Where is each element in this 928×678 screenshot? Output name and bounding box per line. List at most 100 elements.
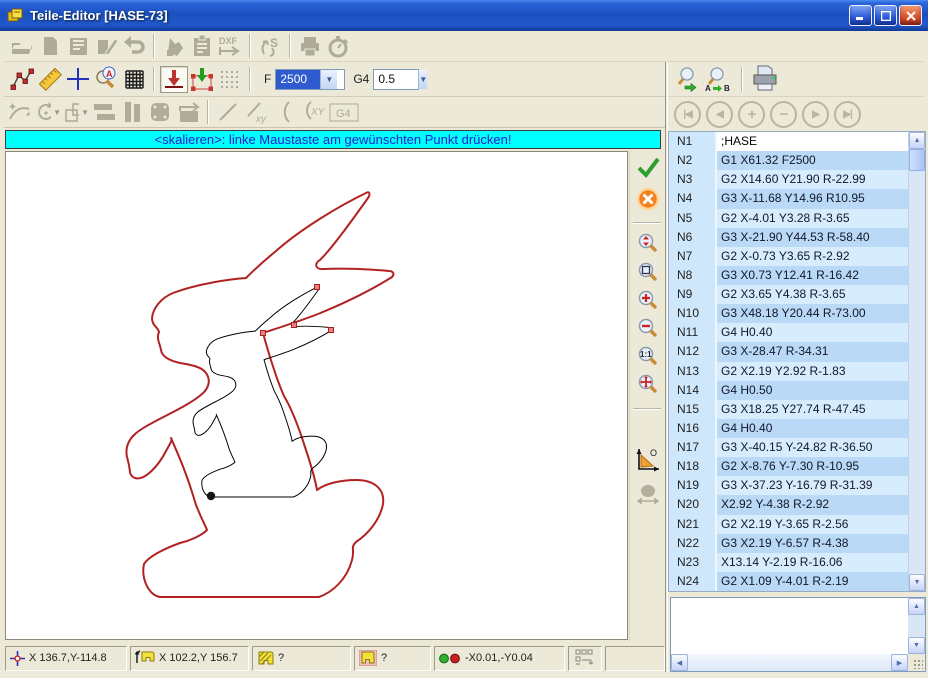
gcode-line-text[interactable]: ;HASE	[717, 132, 908, 151]
gcode-line-text[interactable]: G4 H0.40	[717, 323, 908, 342]
round-corners-button[interactable]	[146, 99, 174, 126]
gcode-row[interactable]: N5 G2 X-4.01 Y3.28 R-3.65	[669, 209, 908, 228]
selection-handle[interactable]	[329, 328, 334, 333]
gcode-row[interactable]: N22 G3 X2.19 Y-6.57 R-4.38	[669, 534, 908, 553]
dropdown-arrow-icon[interactable]: ▼	[81, 108, 89, 117]
gcode-scrollbar[interactable]: ▲ ▼	[908, 132, 925, 591]
gcode-line-text[interactable]: G3 X-11.68 Y14.96 R10.95	[717, 189, 908, 208]
scroll-right-icon[interactable]: ▶	[891, 654, 908, 671]
minimize-button[interactable]	[849, 5, 872, 26]
scroll-down-icon[interactable]: ▼	[909, 574, 925, 591]
dropdown-arrow-icon[interactable]: ▼	[418, 70, 427, 89]
dwell-tool-button[interactable]: G4	[326, 99, 362, 126]
gcode-line-text[interactable]: G3 X0.73 Y12.41 R-16.42	[717, 266, 908, 285]
selection-handle[interactable]	[292, 323, 297, 328]
gcode-row[interactable]: N16 G4 H0.40	[669, 419, 908, 438]
gcode-line-text[interactable]: G3 X-21.90 Y44.53 R-58.40	[717, 228, 908, 247]
zoom-window-button[interactable]	[634, 259, 662, 286]
stopwatch-button[interactable]	[324, 33, 352, 60]
place-contour-button[interactable]	[188, 66, 216, 93]
gcode-row[interactable]: N2 G1 X61.32 F2500	[669, 151, 908, 170]
grid-button[interactable]	[120, 66, 148, 93]
gcode-line-text[interactable]: G3 X-40.15 Y-24.82 R-36.50	[717, 438, 908, 457]
zoom-out-button[interactable]	[634, 315, 662, 342]
gcode-line-text[interactable]: X13.14 Y-2.19 R-16.06	[717, 553, 908, 572]
move-contour-button[interactable]	[174, 99, 202, 126]
gcode-line-text[interactable]: G2 X-8.76 Y-7.30 R-10.95	[717, 457, 908, 476]
polyline-points-button[interactable]	[8, 66, 36, 93]
gcode-row[interactable]: N13 G2 X2.19 Y2.92 R-1.83	[669, 362, 908, 381]
scroll-track[interactable]	[908, 615, 925, 637]
gcode-row[interactable]: N18 G2 X-8.76 Y-7.30 R-10.95	[669, 457, 908, 476]
gcode-row[interactable]: N12 G3 X-28.47 R-34.31	[669, 342, 908, 361]
scroll-thumb[interactable]	[909, 149, 925, 171]
gcode-line-text[interactable]: G4 H0.40	[717, 419, 908, 438]
gcode-row[interactable]: N24 G2 X1.09 Y-4.01 R-2.19	[669, 572, 908, 591]
comment-vscrollbar[interactable]: ▲ ▼	[908, 598, 925, 654]
measure-ruler-button[interactable]	[36, 66, 64, 93]
close-button[interactable]	[899, 5, 922, 26]
gcode-row[interactable]: N4 G3 X-11.68 Y14.96 R10.95	[669, 189, 908, 208]
scale-button[interactable]: ▼	[62, 99, 90, 126]
outer-contour-scaled[interactable]	[126, 192, 393, 597]
gcode-row[interactable]: N23 X13.14 Y-2.19 R-16.06	[669, 553, 908, 572]
arc-tool-button[interactable]	[270, 99, 298, 126]
edit-curve-button[interactable]	[6, 99, 34, 126]
zoom-auto-button[interactable]: A	[92, 66, 120, 93]
dropdown-arrow-icon[interactable]: ▼	[53, 108, 61, 117]
rotate-button[interactable]: ▼	[34, 99, 62, 126]
gcode-row[interactable]: N7 G2 X-0.73 Y3.65 R-2.92	[669, 247, 908, 266]
maximize-button[interactable]	[874, 5, 897, 26]
gcode-row[interactable]: N8 G3 X0.73 Y12.41 R-16.42	[669, 266, 908, 285]
arc-xy-tool-button[interactable]: XY	[298, 99, 326, 126]
gcode-line-text[interactable]: G2 X2.19 Y2.92 R-1.83	[717, 362, 908, 381]
zoom-in-button[interactable]	[634, 287, 662, 314]
mirror-horizontal-button[interactable]	[90, 99, 118, 126]
open-file-button[interactable]	[8, 33, 36, 60]
save-button[interactable]	[64, 33, 92, 60]
comment-text-area[interactable]	[671, 598, 908, 654]
line-xy-tool-button[interactable]: xy	[242, 99, 270, 126]
zoom-pan-button[interactable]	[634, 371, 662, 398]
gcode-line-text[interactable]: G4 H0.50	[717, 381, 908, 400]
zoom-a-to-b-button[interactable]: AB	[702, 66, 736, 93]
gcode-line-text[interactable]: G3 X2.19 Y-6.57 R-4.38	[717, 534, 908, 553]
gcode-row[interactable]: N11 G4 H0.40	[669, 323, 908, 342]
selection-handle[interactable]	[315, 285, 320, 290]
zoom-one-to-one-button[interactable]: 1:1	[634, 343, 662, 370]
nav-add-button[interactable]: +	[738, 101, 765, 128]
gcode-row[interactable]: N21 G2 X2.19 Y-3.65 R-2.56	[669, 515, 908, 534]
touch-probe-button[interactable]	[160, 33, 188, 60]
swap-axes-button[interactable]: S	[256, 33, 284, 60]
gcode-row[interactable]: N10 G3 X48.18 Y20.44 R-73.00	[669, 304, 908, 323]
gcode-row[interactable]: N14 G4 H0.50	[669, 381, 908, 400]
print-program-button[interactable]	[748, 66, 782, 93]
undo-button[interactable]	[120, 33, 148, 60]
measure-width-button[interactable]	[634, 480, 662, 507]
scale-reference-point[interactable]	[207, 492, 215, 500]
scroll-left-icon[interactable]: ◀	[671, 654, 688, 671]
gcode-row[interactable]: N15 G3 X18.25 Y27.74 R-47.45	[669, 400, 908, 419]
confirm-button[interactable]	[634, 153, 662, 180]
gcode-line-text[interactable]: G3 X48.18 Y20.44 R-73.00	[717, 304, 908, 323]
angle-origin-button[interactable]: O	[634, 446, 662, 473]
gcode-row[interactable]: N3 G2 X14.60 Y21.90 R-22.99	[669, 170, 908, 189]
nav-next-button[interactable]: ▶	[802, 101, 829, 128]
gcode-line-text[interactable]: G2 X3.65 Y4.38 R-3.65	[717, 285, 908, 304]
nav-last-button[interactable]: ▶|	[834, 101, 861, 128]
scroll-up-icon[interactable]: ▲	[908, 598, 925, 615]
gcode-row[interactable]: N1 ;HASE	[669, 132, 908, 151]
new-file-button[interactable]	[36, 33, 64, 60]
gcode-row[interactable]: N17 G3 X-40.15 Y-24.82 R-36.50	[669, 438, 908, 457]
selection-handle[interactable]	[261, 331, 266, 336]
cancel-button[interactable]	[634, 185, 662, 212]
gcode-line-text[interactable]: G2 X14.60 Y21.90 R-22.99	[717, 170, 908, 189]
gcode-line-text[interactable]: G1 X61.32 F2500	[717, 151, 908, 170]
gcode-row[interactable]: N19 G3 X-37.23 Y-16.79 R-31.39	[669, 476, 908, 495]
mirror-vertical-button[interactable]	[118, 99, 146, 126]
gcode-line-text[interactable]: G2 X-0.73 Y3.65 R-2.92	[717, 247, 908, 266]
dot-grid-button[interactable]	[216, 66, 244, 93]
gcode-line-text[interactable]: G3 X-37.23 Y-16.79 R-31.39	[717, 476, 908, 495]
nav-prev-button[interactable]: ◀	[706, 101, 733, 128]
save-as-button[interactable]	[92, 33, 120, 60]
